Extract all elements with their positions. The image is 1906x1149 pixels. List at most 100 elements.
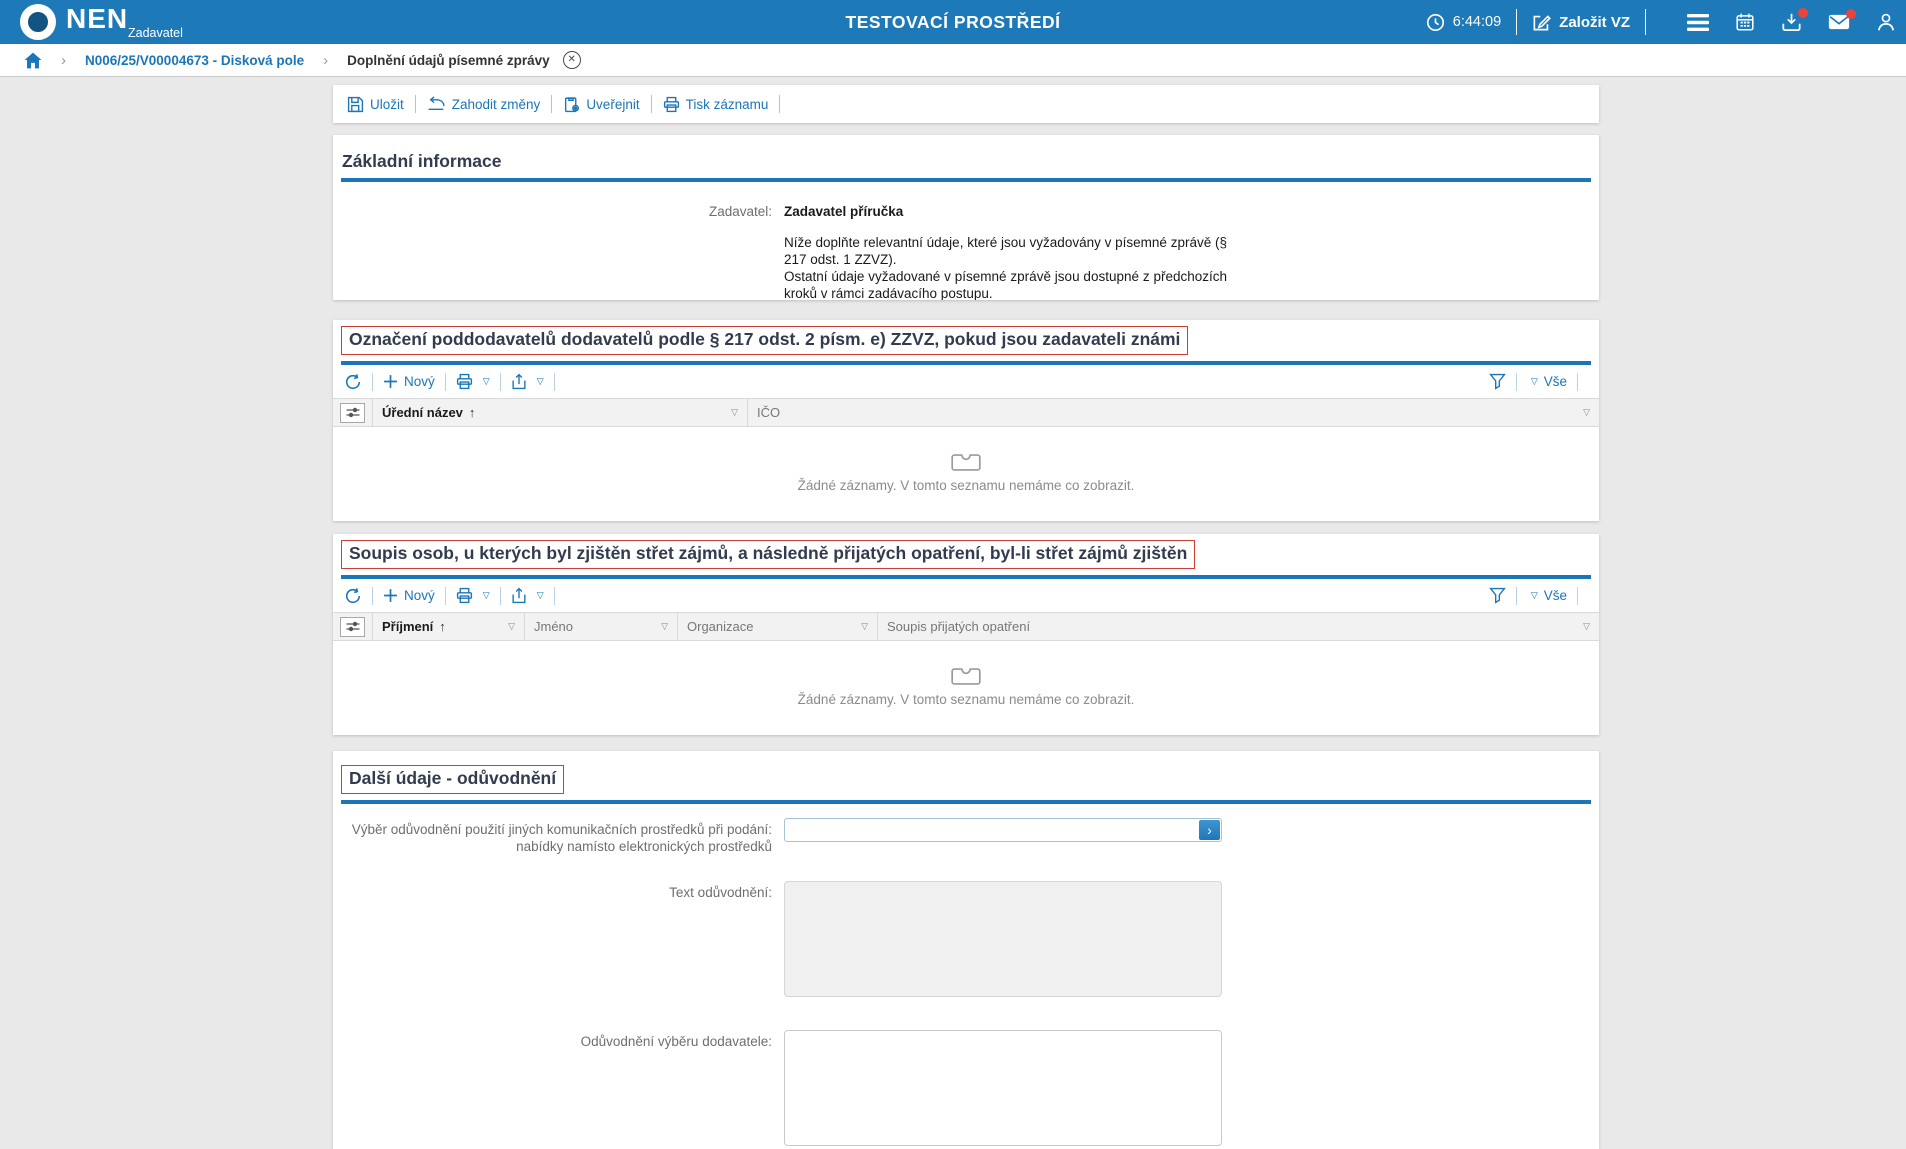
- conflict-section: Soupis osob, u kterých byl zjištěn střet…: [333, 534, 1599, 735]
- record-action-toolbar: Uložit Zahodit změny Uveřejnit Tisk zázn…: [333, 85, 1599, 123]
- label-line: nabídky namísto elektronických prostředk…: [516, 839, 772, 854]
- save-label: Uložit: [370, 96, 404, 112]
- column-filter-icon[interactable]: ▽: [1583, 621, 1590, 632]
- toolbar-separator: [650, 95, 652, 113]
- create-vz-button[interactable]: Založit VZ: [1532, 13, 1630, 32]
- basic-info-section: Základní informace Zadavatel: Zadavatel …: [333, 135, 1599, 300]
- toolbar-separator: [1577, 372, 1578, 391]
- chevron-down-icon[interactable]: ▽: [483, 590, 490, 601]
- inbox-button[interactable]: [1781, 8, 1808, 32]
- column-header-firstname[interactable]: Jméno ▽: [525, 613, 678, 640]
- export-grid-button[interactable]: ▽: [511, 587, 544, 604]
- contracting-authority-label: Zadavatel:: [708, 204, 772, 219]
- print-grid-button[interactable]: ▽: [456, 587, 490, 604]
- person-icon: [1876, 12, 1896, 32]
- calendar-icon: [1735, 12, 1755, 32]
- chevron-down-icon[interactable]: ▽: [537, 376, 544, 387]
- chevron-down-icon[interactable]: ▽: [537, 590, 544, 601]
- column-header-organization[interactable]: Organizace ▽: [678, 613, 878, 640]
- column-filter-icon[interactable]: ▽: [1583, 407, 1590, 418]
- menu-button[interactable]: [1687, 13, 1709, 31]
- filter-funnel-icon[interactable]: [1488, 587, 1506, 604]
- supplier-selection-text-area[interactable]: [784, 1030, 1222, 1146]
- section-rule: [341, 178, 1591, 182]
- column-filter-icon[interactable]: ▽: [861, 621, 868, 632]
- subcontractors-title: Označení poddodavatelů dodavatelů podle …: [349, 329, 1181, 349]
- column-header-official-name[interactable]: Úřední název ↑ ▽: [373, 399, 748, 426]
- create-vz-label: Založit VZ: [1559, 13, 1630, 31]
- filter-all-button[interactable]: Vše: [1544, 374, 1567, 389]
- column-header-surname[interactable]: Příjmení ↑ ▽: [373, 613, 525, 640]
- column-header-ico[interactable]: IČO ▽: [748, 399, 1599, 426]
- subcontractors-grid-toolbar: Nový ▽ ▽ ▽ Vše: [333, 365, 1599, 398]
- save-button[interactable]: Uložit: [347, 96, 404, 113]
- session-clock: 6:44:09: [1426, 13, 1501, 32]
- column-filter-icon[interactable]: ▽: [661, 621, 668, 632]
- column-filter-icon[interactable]: ▽: [508, 621, 515, 632]
- chevron-down-icon[interactable]: ▽: [1531, 376, 1538, 387]
- logo-text: NEN: [66, 3, 129, 34]
- toolbar-separator: [372, 586, 373, 605]
- note-paragraph: Ostatní údaje vyžadované v písemné zpráv…: [784, 269, 1227, 300]
- hamburger-icon: [1687, 13, 1709, 31]
- plus-icon: [383, 374, 398, 389]
- messages-button[interactable]: [1828, 9, 1856, 31]
- open-picker-button[interactable]: ›: [1199, 820, 1220, 840]
- clock-icon: [1426, 13, 1445, 32]
- empty-message: Žádné záznamy. V tomto seznamu nemáme co…: [797, 691, 1135, 707]
- publish-button[interactable]: Uveřejnit: [563, 96, 640, 113]
- refresh-button[interactable]: [344, 587, 362, 605]
- chevron-down-icon[interactable]: ▽: [483, 376, 490, 387]
- save-icon: [347, 96, 364, 113]
- user-profile-button[interactable]: [1876, 12, 1896, 32]
- new-record-button[interactable]: Nový: [383, 374, 435, 389]
- top-bar: NEN Zadavatel TESTOVACÍ PROSTŘEDÍ 6:44:0…: [0, 0, 1906, 44]
- sort-asc-icon: ↑: [439, 619, 446, 634]
- print-grid-button[interactable]: ▽: [456, 373, 490, 390]
- breadcrumb-chevron-icon: ›: [323, 51, 329, 69]
- export-icon: [511, 587, 527, 604]
- toolbar-separator: [1577, 586, 1578, 605]
- column-label: Příjmení: [382, 619, 434, 634]
- conflict-title: Soupis osob, u kterých byl zjištěn střet…: [349, 543, 1188, 563]
- refresh-button[interactable]: [344, 373, 362, 391]
- filter-all-button[interactable]: Vše: [1544, 588, 1567, 603]
- new-record-button[interactable]: Nový: [383, 588, 435, 603]
- new-record-label: Nový: [404, 588, 435, 603]
- breadcrumb-procedure-link[interactable]: N006/25/V00004673 - Disková pole: [85, 53, 304, 68]
- filter-funnel-icon[interactable]: [1488, 373, 1506, 390]
- toolbar-separator: [499, 372, 501, 391]
- topbar-divider: [1516, 9, 1518, 35]
- communication-justification-picker: ›: [784, 818, 1222, 842]
- additional-title-box: Další údaje - odůvodnění: [341, 765, 565, 794]
- close-tab-icon[interactable]: ✕: [562, 51, 581, 69]
- topbar-divider: [1645, 9, 1646, 35]
- empty-message: Žádné záznamy. V tomto seznamu nemáme co…: [797, 477, 1135, 493]
- column-header-measures[interactable]: Soupis přijatých opatření ▽: [878, 613, 1599, 640]
- toolbar-separator: [414, 95, 416, 113]
- print-record-button[interactable]: Tisk záznamu: [663, 96, 769, 113]
- column-settings-button[interactable]: [340, 616, 365, 637]
- toolbar-separator: [551, 95, 553, 113]
- new-record-label: Nový: [404, 374, 435, 389]
- section-rule: [341, 800, 1591, 804]
- export-grid-button[interactable]: ▽: [511, 373, 544, 390]
- home-icon[interactable]: [24, 52, 42, 69]
- basic-info-title: Základní informace: [342, 151, 502, 171]
- discard-changes-button[interactable]: Zahodit změny: [427, 96, 540, 112]
- chevron-down-icon[interactable]: ▽: [1531, 590, 1538, 601]
- toolbar-separator: [444, 372, 446, 391]
- nen-logo[interactable]: NEN Zadavatel: [0, 0, 183, 44]
- undo-icon: [427, 96, 446, 112]
- column-label: IČO: [757, 405, 781, 420]
- justification-text-label: Text odůvodnění:: [669, 885, 772, 900]
- calendar-button[interactable]: [1735, 12, 1755, 32]
- clipboard-gear-icon: [563, 96, 580, 113]
- messages-notification-badge: [1846, 9, 1856, 19]
- column-label: Jméno: [534, 619, 574, 634]
- subcontractors-table-header: Úřední název ↑ ▽ IČO ▽: [333, 398, 1599, 427]
- column-filter-icon[interactable]: ▽: [731, 407, 738, 418]
- print-label: Tisk záznamu: [685, 96, 769, 112]
- communication-justification-input[interactable]: [787, 820, 1193, 840]
- column-settings-button[interactable]: [340, 402, 365, 423]
